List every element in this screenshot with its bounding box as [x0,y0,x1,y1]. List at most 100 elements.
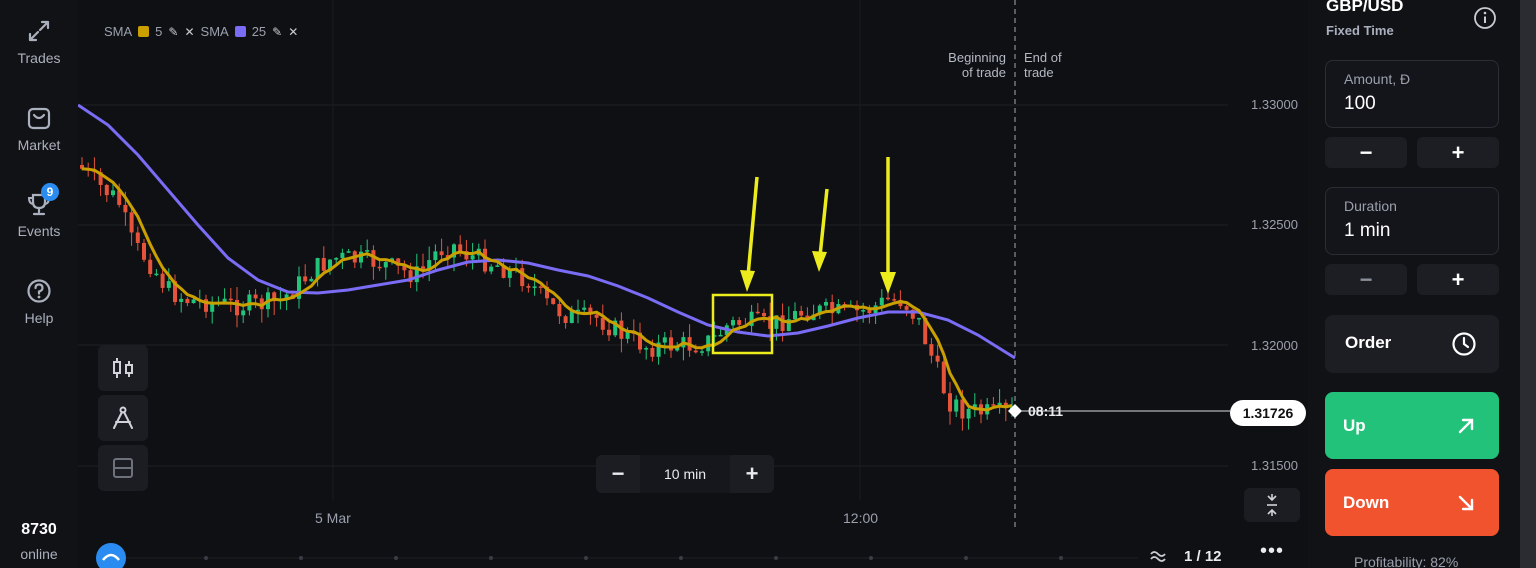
sma2-label: SMA [200,24,229,39]
pencil-icon[interactable]: ✎ [272,25,282,39]
candle-body [991,404,996,406]
candle-body [303,276,308,282]
beginning-of-trade-label: Beginning of trade [936,50,1006,80]
candle-body [607,329,611,336]
zoom-in-button[interactable]: + [730,455,774,493]
candle-body [228,298,233,301]
zoom-out-button[interactable]: − [596,455,640,493]
sma1-label: SMA [104,24,133,39]
up-label: Up [1343,416,1366,435]
asset-pair[interactable]: GBP/USD [1326,0,1403,16]
up-button[interactable]: Up [1325,392,1499,459]
candle-body [762,313,766,317]
candle-body [793,311,797,320]
fit-chart-button[interactable] [1244,488,1300,522]
amount-field[interactable]: Amount, Đ 100 [1325,60,1499,128]
timeframe-value[interactable]: 10 min [640,455,730,493]
countdown-timer: 08:11 [1028,403,1064,419]
candle-body [662,337,667,343]
profitability-text: Profitability: 82% [1354,554,1459,568]
layout-button[interactable] [98,445,148,491]
candle-body [886,297,890,300]
split-panel-icon [113,458,133,478]
nav-market[interactable]: Market [0,105,78,153]
candle-body [334,257,339,260]
candle-body [569,311,574,323]
beginning-label-line2: of trade [961,65,1006,80]
candle-body [458,244,463,252]
duration-field[interactable]: Duration 1 min [1325,187,1499,255]
candle-body [185,298,190,304]
duration-decrease-button[interactable]: − [1325,264,1407,295]
close-icon[interactable]: ✕ [288,25,298,39]
sma2-period: 25 [251,24,267,39]
candle-body [321,258,326,271]
duration-value[interactable]: 1 min [1344,220,1390,242]
arrow-down-right-icon [1458,495,1474,511]
candle-body [532,286,537,288]
candle-body [489,266,494,272]
candle-body [421,266,425,269]
nav-trades[interactable]: Trades [0,18,78,66]
end-label-line2: trade [1024,65,1054,80]
chart-type-button[interactable] [98,345,148,391]
candle-body [737,320,742,325]
sma-5-line [81,167,1013,412]
candle-body [650,348,655,357]
nav-events-label: Events [17,223,61,239]
panel-scrollbar[interactable] [1520,0,1536,568]
candle-body [142,242,146,260]
order-button[interactable]: Order [1325,315,1499,373]
candle-body [799,311,804,316]
candle-body [154,273,159,276]
duration-increase-button[interactable]: + [1417,264,1499,295]
beginning-label-line1: Beginning [948,50,1006,65]
nav-help[interactable]: Help [0,278,78,326]
candle-body [470,255,475,260]
end-of-trade-label: End of trade [1024,50,1062,80]
candle-body [966,408,971,419]
duration-label: Duration [1344,198,1397,214]
candle-body [731,320,735,326]
price-tick: 1.33000 [1251,97,1298,112]
page-indicator[interactable]: 1 / 12 [1184,548,1222,565]
close-icon[interactable]: ✕ [184,25,194,39]
annotation-arrow-2 [812,188,829,272]
price-chart[interactable]: SMA 5 ✎ ✕ SMA 25 ✎ ✕ Beginning of trade … [78,0,1308,568]
candle-body [935,355,940,362]
amount-decrease-button[interactable]: − [1325,137,1407,168]
candle-body [718,334,723,337]
candle-body [780,315,785,332]
candle-body [644,348,649,350]
arrow-up-right-icon [1458,418,1474,434]
end-label-line1: End of [1024,50,1062,65]
candle-body [309,278,314,282]
candle-body [439,251,444,256]
time-tick: 5 Mar [315,510,351,526]
candle-body [755,311,760,314]
candle-body [377,266,382,269]
candle-body [693,350,698,353]
candle-body [123,204,128,213]
price-tick: 1.32500 [1251,217,1298,232]
trade-panel: GBP/USD Fixed Time Amount, Đ 100 − + Dur… [1308,0,1536,568]
timeframe-zoom-control: − 10 min + [596,455,774,493]
down-button[interactable]: Down [1325,469,1499,536]
more-options-icon[interactable]: ••• [1260,540,1284,563]
pencil-icon[interactable]: ✎ [168,25,178,39]
nav-events[interactable]: 9 Events [0,183,78,239]
drawing-tools-button[interactable] [98,395,148,441]
info-icon[interactable] [1473,6,1497,30]
trades-arrows-icon [28,20,50,42]
amount-increase-button[interactable]: + [1417,137,1499,168]
scroll-track[interactable] [96,543,1138,568]
waves-icon[interactable] [1150,549,1166,563]
sma-25-line [78,103,1016,360]
amount-value[interactable]: 100 [1344,93,1376,115]
candle-body [557,303,562,317]
current-price-badge: 1.31726 [1230,400,1306,426]
left-nav-rail: Trades Market 9 Events Help 8730 online [0,0,78,568]
candle-body [954,399,959,412]
candle-body [179,298,184,302]
candle-body [960,399,965,419]
